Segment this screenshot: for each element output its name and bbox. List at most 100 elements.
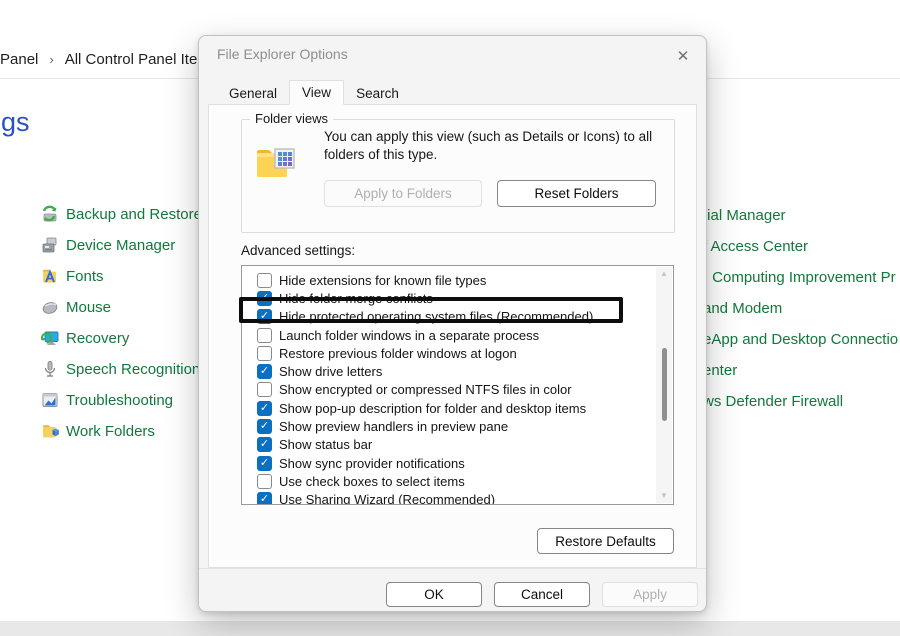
setting-row[interactable]: Hide extensions for known file types — [242, 271, 656, 289]
apply-button[interactable]: Apply — [602, 582, 698, 607]
checkbox-unchecked[interactable] — [257, 382, 272, 397]
fonts-icon — [40, 266, 60, 286]
setting-row[interactable]: ✓ Show drive letters — [242, 362, 656, 380]
setting-label: Use Sharing Wizard (Recommended) — [279, 492, 495, 505]
breadcrumb-item-all-control-panel-items[interactable]: All Control Panel Item — [65, 51, 210, 68]
checkbox-checked[interactable]: ✓ — [257, 437, 272, 452]
setting-label: Hide folder merge conflicts — [279, 291, 433, 306]
control-panel-item[interactable]: enter — [703, 359, 900, 381]
footer-divider — [199, 568, 706, 569]
setting-label: Show encrypted or compressed NTFS files … — [279, 382, 572, 397]
bottom-strip — [0, 621, 900, 636]
control-panel-items-right-column: tial Manager f Access Center ) Computing I… — [703, 204, 900, 421]
control-panel-item-label: f Access Center — [703, 238, 808, 255]
control-panel-item-label: Work Folders — [66, 423, 155, 440]
backup-restore-icon — [40, 204, 60, 224]
troubleshooting-icon — [40, 390, 60, 410]
breadcrumb-item-panel[interactable]: Panel — [0, 51, 38, 68]
setting-row[interactable]: Launch folder windows in a separate proc… — [242, 326, 656, 344]
scroll-down-icon[interactable]: ▼ — [660, 492, 668, 500]
page-heading-fragment: gs — [1, 107, 30, 138]
reset-folders-button[interactable]: Reset Folders — [497, 180, 656, 207]
setting-row[interactable]: ✓ Hide protected operating system files (… — [242, 308, 656, 326]
dialog-title: File Explorer Options — [217, 46, 348, 62]
folder-views-group: Folder views You can apply this view (su… — [241, 119, 675, 233]
control-panel-item[interactable]: tial Manager — [703, 204, 900, 226]
control-panel-item-label: ws Defender Firewall — [703, 393, 843, 410]
breadcrumb: Panel › All Control Panel Item — [0, 47, 210, 71]
scrollbar-thumb[interactable] — [662, 348, 667, 421]
checkbox-checked[interactable]: ✓ — [257, 364, 272, 379]
breadcrumb-separator-icon: › — [49, 52, 53, 67]
control-panel-item[interactable]: and Modem — [703, 297, 900, 319]
control-panel-item-label: ) Computing Improvement Pr — [703, 269, 896, 286]
ok-button[interactable]: OK — [386, 582, 482, 607]
scroll-up-icon[interactable]: ▲ — [660, 270, 668, 278]
restore-defaults-button[interactable]: Restore Defaults — [537, 528, 674, 554]
apply-to-folders-button[interactable]: Apply to Folders — [324, 180, 482, 207]
checkbox-unchecked[interactable] — [257, 474, 272, 489]
control-panel-item-label: enter — [703, 362, 737, 379]
folder-views-legend: Folder views — [250, 111, 333, 126]
folder-views-icon — [254, 142, 296, 184]
mouse-icon — [40, 297, 60, 317]
setting-label: Launch folder windows in a separate proc… — [279, 328, 539, 343]
tab-general[interactable]: General — [217, 82, 289, 105]
checkbox-checked[interactable]: ✓ — [257, 492, 272, 505]
file-explorer-options-dialog: File Explorer Options ✕ General View Sea… — [198, 35, 707, 612]
checkbox-checked[interactable]: ✓ — [257, 419, 272, 434]
tab-strip: General View Search — [217, 82, 411, 105]
control-panel-item-label: Recovery — [66, 330, 129, 347]
setting-label: Show preview handlers in preview pane — [279, 419, 508, 434]
checkbox-unchecked[interactable] — [257, 273, 272, 288]
tab-view[interactable]: View — [289, 80, 344, 105]
control-panel-item[interactable]: ws Defender Firewall — [703, 390, 900, 412]
tab-search[interactable]: Search — [344, 82, 411, 105]
setting-label: Restore previous folder windows at logon — [279, 346, 517, 361]
setting-label: Show drive letters — [279, 364, 382, 379]
scrollbar[interactable]: ▲ ▼ — [656, 267, 672, 503]
setting-label: Show pop-up description for folder and d… — [279, 401, 586, 416]
setting-row[interactable]: ✓ Use Sharing Wizard (Recommended) — [242, 491, 656, 505]
setting-row[interactable]: Show encrypted or compressed NTFS files … — [242, 381, 656, 399]
advanced-settings-list[interactable]: Hide extensions for known file types ✓ Hid… — [241, 265, 674, 505]
setting-label: Use check boxes to select items — [279, 474, 465, 489]
control-panel-item[interactable]: f Access Center — [703, 235, 900, 257]
close-icon[interactable]: ✕ — [668, 42, 698, 70]
checkbox-unchecked[interactable] — [257, 346, 272, 361]
work-folders-icon — [40, 421, 60, 441]
setting-row[interactable]: ✓ Hide folder merge conflicts — [242, 289, 656, 307]
setting-label: Hide protected operating system files (R… — [279, 309, 593, 324]
setting-row[interactable]: ✓ Show pop-up description for folder and … — [242, 399, 656, 417]
checkbox-checked[interactable]: ✓ — [257, 456, 272, 471]
control-panel-item-label: Speech Recognition — [66, 361, 200, 378]
setting-label: Show status bar — [279, 437, 372, 452]
control-panel-item-label: Mouse — [66, 299, 111, 316]
control-panel-item-label: eApp and Desktop Connectio — [703, 331, 898, 348]
setting-row[interactable]: ✓ Show preview handlers in preview pane — [242, 417, 656, 435]
control-panel-item-label: Troubleshooting — [66, 392, 173, 409]
control-panel-item-label: Device Manager — [66, 237, 175, 254]
checkbox-checked[interactable]: ✓ — [257, 309, 272, 324]
control-panel-item[interactable]: ) Computing Improvement Pr — [703, 266, 900, 288]
setting-row[interactable]: Restore previous folder windows at logon — [242, 344, 656, 362]
checkbox-unchecked[interactable] — [257, 328, 272, 343]
setting-label: Show sync provider notifications — [279, 456, 465, 471]
device-manager-icon — [40, 235, 60, 255]
advanced-settings-label: Advanced settings: — [241, 243, 355, 258]
speech-recognition-icon — [40, 359, 60, 379]
checkbox-checked[interactable]: ✓ — [257, 291, 272, 306]
folder-views-description: You can apply this view (such as Details… — [324, 128, 671, 163]
setting-row[interactable]: ✓ Show sync provider notifications — [242, 454, 656, 472]
control-panel-item-label: Backup and Restore — [66, 206, 202, 223]
control-panel-item[interactable]: eApp and Desktop Connectio — [703, 328, 900, 350]
setting-row[interactable]: Use check boxes to select items — [242, 472, 656, 490]
checkbox-checked[interactable]: ✓ — [257, 401, 272, 416]
setting-label: Hide extensions for known file types — [279, 273, 486, 288]
control-panel-item-label: Fonts — [66, 268, 104, 285]
recovery-icon — [40, 328, 60, 348]
control-panel-item-label: and Modem — [703, 300, 782, 317]
setting-row[interactable]: ✓ Show status bar — [242, 436, 656, 454]
control-panel-item-label: tial Manager — [703, 207, 786, 224]
cancel-button[interactable]: Cancel — [494, 582, 590, 607]
